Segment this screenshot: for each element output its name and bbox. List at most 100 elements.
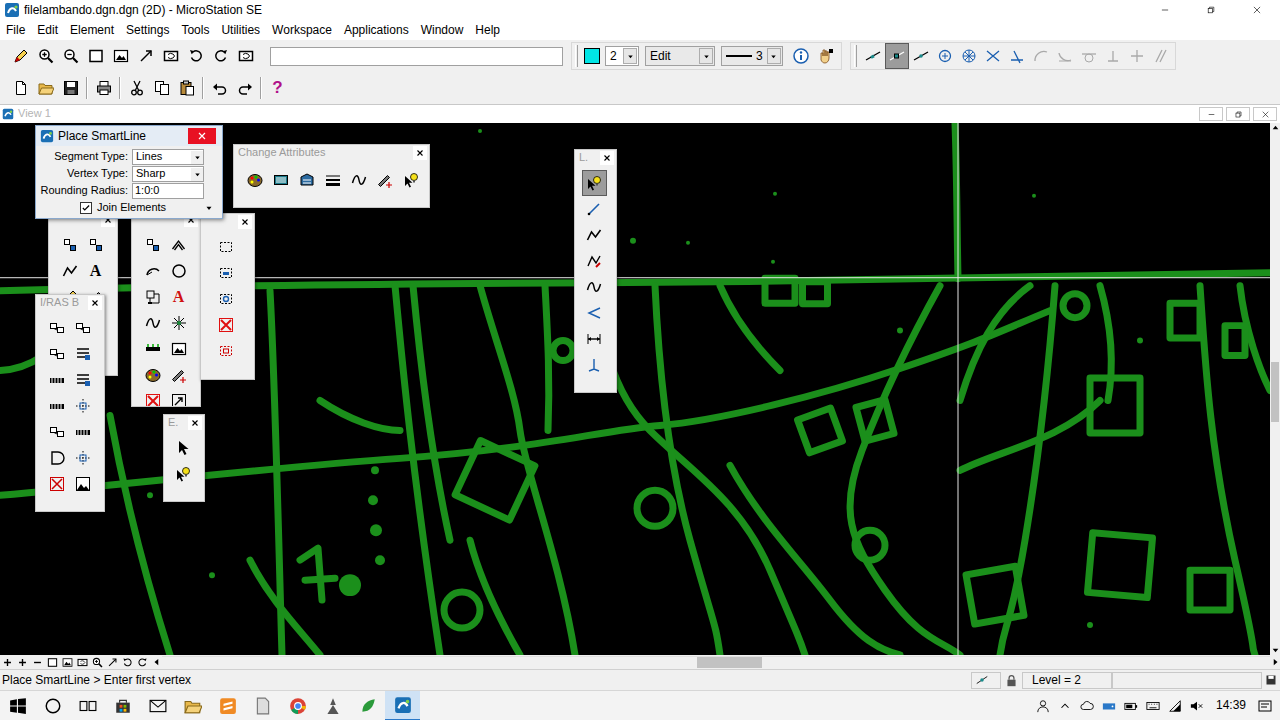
- tray-icon[interactable]: [1164, 691, 1186, 720]
- view-control-icon[interactable]: [233, 43, 258, 69]
- linear-tool-icon[interactable]: [582, 170, 607, 196]
- drawing-tool-icon[interactable]: [166, 310, 191, 336]
- scroll-down-icon[interactable]: [1270, 646, 1280, 655]
- raster-tool-icon[interactable]: [70, 393, 95, 419]
- app-icon[interactable]: [315, 691, 350, 720]
- palette-title-bar[interactable]: I/RAS B: [36, 295, 104, 311]
- menu-item[interactable]: Settings: [120, 21, 175, 39]
- new-file-icon[interactable]: [8, 75, 33, 101]
- raster-tool-icon[interactable]: [44, 315, 69, 341]
- snap-mode-icon[interactable]: [1105, 48, 1121, 64]
- drawing-tool-icon[interactable]: [140, 336, 165, 362]
- linear-tool-icon[interactable]: [582, 326, 607, 352]
- option-value[interactable]: Lines: [136, 150, 162, 163]
- raster-tool-icon[interactable]: [70, 471, 95, 497]
- main-tool-icon[interactable]: [57, 258, 82, 284]
- place-text-tool[interactable]: A: [83, 258, 108, 284]
- main-tool-icon[interactable]: [57, 232, 82, 258]
- horizontal-scrollbar[interactable]: [162, 656, 1270, 668]
- join-elements-label[interactable]: Join Elements: [97, 201, 204, 214]
- help-button[interactable]: ?: [265, 75, 290, 101]
- raster-tool-icon[interactable]: [70, 315, 95, 341]
- editor-app-icon[interactable]: [210, 691, 245, 720]
- option-value[interactable]: 1:0:0: [135, 184, 159, 196]
- dropdown-arrow[interactable]: [191, 151, 203, 164]
- linear-tool-icon[interactable]: [582, 300, 607, 326]
- scroll-right-icon[interactable]: [1270, 657, 1280, 667]
- view-control-icon[interactable]: [92, 657, 103, 668]
- snap-mode-icon[interactable]: [865, 48, 881, 64]
- view-control-icon[interactable]: [77, 657, 88, 668]
- view-control-icon[interactable]: [137, 657, 148, 668]
- restore-icon[interactable]: [1188, 0, 1234, 20]
- snap-button[interactable]: [1005, 43, 1029, 69]
- snap-status[interactable]: [971, 672, 1001, 689]
- fence-tool-icon[interactable]: [214, 286, 239, 312]
- drawing-tool-icon[interactable]: [140, 232, 165, 258]
- view-control-icon[interactable]: [32, 657, 43, 668]
- document-app-icon[interactable]: [245, 691, 280, 720]
- dialog-title-bar[interactable]: Place SmartLine: [36, 126, 222, 146]
- vertical-scrollbar[interactable]: [1270, 123, 1280, 655]
- drawing-tool-icon[interactable]: [166, 336, 191, 362]
- linear-elements-palette[interactable]: L.: [574, 149, 617, 393]
- raster-tool-icon[interactable]: [44, 393, 69, 419]
- selection-tool-icon[interactable]: [170, 461, 195, 487]
- snap-button[interactable]: [885, 43, 909, 69]
- view-control-icon[interactable]: [2, 657, 13, 668]
- snap-button[interactable]: [1053, 43, 1077, 69]
- tray-icon[interactable]: [1076, 691, 1098, 720]
- option-value[interactable]: Sharp: [136, 167, 165, 180]
- snap-button[interactable]: [909, 43, 933, 69]
- linear-tool-icon[interactable]: [582, 248, 607, 274]
- snap-mode-icon[interactable]: [1129, 48, 1145, 64]
- snap-mode-icon[interactable]: [1009, 48, 1025, 64]
- dropdown-arrow-icon[interactable]: [769, 52, 778, 61]
- close-icon[interactable]: [413, 146, 427, 160]
- level-dropdown[interactable]: Edit: [645, 46, 715, 66]
- snap-mode-icon[interactable]: [1081, 48, 1097, 64]
- option-dropdown[interactable]: Sharp: [132, 166, 204, 181]
- drawing-tool-icon[interactable]: [166, 232, 191, 258]
- chrome-icon[interactable]: [280, 691, 315, 720]
- snap-button[interactable]: [1149, 43, 1173, 69]
- copy-icon[interactable]: [149, 75, 174, 101]
- tray-icon[interactable]: [1054, 691, 1076, 720]
- snap-mode-icon[interactable]: [1153, 48, 1169, 64]
- search-icon[interactable]: [35, 691, 70, 720]
- scroll-thumb[interactable]: [1271, 362, 1279, 422]
- menu-item[interactable]: Applications: [338, 21, 415, 39]
- change-attributes-tool-icon[interactable]: [242, 167, 268, 193]
- fence-tool-icon[interactable]: [214, 234, 239, 260]
- active-level[interactable]: Edit: [650, 49, 671, 63]
- expand-icon[interactable]: [204, 203, 214, 213]
- tools-palette[interactable]: A: [131, 211, 201, 407]
- change-attributes-tool-icon[interactable]: [268, 167, 294, 193]
- dropdown-arrow[interactable]: [767, 48, 781, 64]
- fence-tool-icon[interactable]: [214, 260, 239, 286]
- snap-mode-icon[interactable]: [913, 48, 929, 64]
- view-restore-icon[interactable]: [1226, 107, 1250, 121]
- view-control-icon[interactable]: [183, 43, 208, 69]
- place-smartline-dialog[interactable]: Place SmartLineSegment Type:LinesVertex …: [35, 125, 223, 219]
- dropdown-arrow-icon[interactable]: [626, 52, 635, 61]
- scroll-up-icon[interactable]: [1270, 123, 1280, 132]
- menu-item[interactable]: Help: [469, 21, 506, 39]
- drawing-tool-icon[interactable]: [140, 284, 165, 310]
- microstation-taskbar-icon[interactable]: [385, 691, 420, 720]
- raster-tool-icon[interactable]: [44, 445, 69, 471]
- key-in-field[interactable]: [270, 47, 563, 66]
- element-info-icon[interactable]: [789, 43, 814, 69]
- toolbar-grip[interactable]: [575, 45, 578, 67]
- view-control-icon[interactable]: [33, 43, 58, 69]
- snap-mode-icon[interactable]: [937, 48, 953, 64]
- dropdown-arrow-icon[interactable]: [702, 52, 711, 61]
- view-control-icon[interactable]: [58, 43, 83, 69]
- change-attributes-palette[interactable]: Change Attributes: [233, 144, 430, 208]
- task-view-icon[interactable]: [70, 691, 105, 720]
- linear-tool-icon[interactable]: [582, 222, 607, 248]
- open-file-icon[interactable]: [33, 75, 58, 101]
- change-attributes-tool-icon[interactable]: [398, 167, 424, 193]
- undo-icon[interactable]: [207, 75, 232, 101]
- fence-tool-icon[interactable]: [214, 312, 239, 338]
